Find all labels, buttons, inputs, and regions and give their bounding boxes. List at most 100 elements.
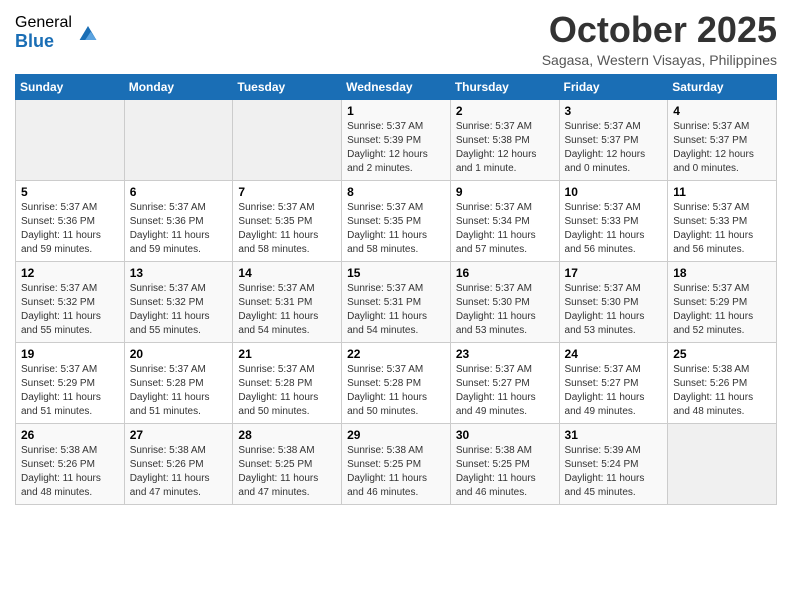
calendar-cell: 23 Sunrise: 5:37 AM Sunset: 5:27 PM Dayli…	[450, 342, 559, 423]
logo-blue: Blue	[15, 32, 72, 52]
logo-general: General	[15, 14, 72, 32]
week-row-4: 19 Sunrise: 5:37 AM Sunset: 5:29 PM Dayli…	[16, 342, 777, 423]
calendar-cell: 14Sunrise: 5:37 AM Sunset: 5:31 PM Dayli…	[233, 261, 342, 342]
calendar-cell: 12 Sunrise: 5:37 AM Sunset: 5:32 PM Dayli…	[16, 261, 125, 342]
day-number: 28	[238, 428, 336, 442]
col-header-saturday: Saturday	[668, 74, 777, 99]
week-row-1: 1 Sunrise: 5:37 AM Sunset: 5:39 PM Daylig…	[16, 99, 777, 180]
calendar-cell: 28 Sunrise: 5:38 AM Sunset: 5:25 PM Dayli…	[233, 423, 342, 504]
logo-icon	[74, 19, 102, 47]
col-header-tuesday: Tuesday	[233, 74, 342, 99]
day-number: 21	[238, 347, 336, 361]
day-info: Sunrise: 5:37 AM Sunset: 5:36 PM Dayligh…	[130, 201, 228, 257]
day-info: Sunrise: 5:37 AM Sunset: 5:35 PM Dayligh…	[347, 201, 445, 257]
day-number: 3	[565, 104, 663, 118]
col-header-sunday: Sunday	[16, 74, 125, 99]
title-block: October 2025 Sagasa, Western Visayas, Ph…	[542, 10, 777, 68]
day-info: Sunrise: 5:37 AM Sunset: 5:28 PM Dayligh…	[347, 363, 445, 419]
col-header-thursday: Thursday	[450, 74, 559, 99]
day-info: Sunrise: 5:38 AM Sunset: 5:25 PM Dayligh…	[347, 444, 445, 500]
calendar-cell: 22 Sunrise: 5:37 AM Sunset: 5:28 PM Dayli…	[342, 342, 451, 423]
calendar-cell: 15 Sunrise: 5:37 AM Sunset: 5:31 PM Dayli…	[342, 261, 451, 342]
col-header-friday: Friday	[559, 74, 668, 99]
calendar-cell: 21Sunrise: 5:37 AM Sunset: 5:28 PM Dayli…	[233, 342, 342, 423]
calendar-cell	[16, 99, 125, 180]
day-info: Sunrise: 5:37 AM Sunset: 5:34 PM Dayligh…	[456, 201, 554, 257]
calendar-cell: 31 Sunrise: 5:39 AM Sunset: 5:24 PM Dayli…	[559, 423, 668, 504]
day-info: Sunrise: 5:37 AM Sunset: 5:28 PM Dayligh…	[130, 363, 228, 419]
calendar-cell: 8Sunrise: 5:37 AM Sunset: 5:35 PM Daylig…	[342, 180, 451, 261]
calendar-cell: 9 Sunrise: 5:37 AM Sunset: 5:34 PM Daylig…	[450, 180, 559, 261]
day-info: Sunrise: 5:38 AM Sunset: 5:25 PM Dayligh…	[238, 444, 336, 500]
day-number: 23	[456, 347, 554, 361]
day-info: Sunrise: 5:38 AM Sunset: 5:26 PM Dayligh…	[21, 444, 119, 500]
day-number: 18	[673, 266, 771, 280]
calendar-cell: 5Sunrise: 5:37 AM Sunset: 5:36 PM Daylig…	[16, 180, 125, 261]
day-info: Sunrise: 5:37 AM Sunset: 5:39 PM Dayligh…	[347, 120, 445, 176]
day-number: 6	[130, 185, 228, 199]
day-number: 7	[238, 185, 336, 199]
day-info: Sunrise: 5:37 AM Sunset: 5:35 PM Dayligh…	[238, 201, 336, 257]
day-info: Sunrise: 5:37 AM Sunset: 5:27 PM Dayligh…	[456, 363, 554, 419]
day-number: 22	[347, 347, 445, 361]
calendar-cell: 26 Sunrise: 5:38 AM Sunset: 5:26 PM Dayli…	[16, 423, 125, 504]
day-info: Sunrise: 5:37 AM Sunset: 5:27 PM Dayligh…	[565, 363, 663, 419]
day-info: Sunrise: 5:37 AM Sunset: 5:36 PM Dayligh…	[21, 201, 119, 257]
calendar-cell: 27Sunrise: 5:38 AM Sunset: 5:26 PM Dayli…	[124, 423, 233, 504]
day-number: 29	[347, 428, 445, 442]
day-number: 25	[673, 347, 771, 361]
calendar-cell: 24Sunrise: 5:37 AM Sunset: 5:27 PM Dayli…	[559, 342, 668, 423]
calendar-cell: 18 Sunrise: 5:37 AM Sunset: 5:29 PM Dayli…	[668, 261, 777, 342]
day-info: Sunrise: 5:37 AM Sunset: 5:31 PM Dayligh…	[238, 282, 336, 338]
location: Sagasa, Western Visayas, Philippines	[542, 52, 777, 68]
day-info: Sunrise: 5:37 AM Sunset: 5:30 PM Dayligh…	[565, 282, 663, 338]
calendar-cell: 20Sunrise: 5:37 AM Sunset: 5:28 PM Dayli…	[124, 342, 233, 423]
calendar-cell: 7 Sunrise: 5:37 AM Sunset: 5:35 PM Daylig…	[233, 180, 342, 261]
day-number: 9	[456, 185, 554, 199]
day-number: 11	[673, 185, 771, 199]
day-info: Sunrise: 5:37 AM Sunset: 5:29 PM Dayligh…	[21, 363, 119, 419]
day-info: Sunrise: 5:37 AM Sunset: 5:31 PM Dayligh…	[347, 282, 445, 338]
calendar-cell: 13 Sunrise: 5:37 AM Sunset: 5:32 PM Dayli…	[124, 261, 233, 342]
calendar-cell: 2 Sunrise: 5:37 AM Sunset: 5:38 PM Daylig…	[450, 99, 559, 180]
logo-text: General Blue	[15, 14, 72, 51]
day-number: 19	[21, 347, 119, 361]
calendar-cell: 29 Sunrise: 5:38 AM Sunset: 5:25 PM Dayli…	[342, 423, 451, 504]
day-number: 10	[565, 185, 663, 199]
day-number: 16	[456, 266, 554, 280]
day-info: Sunrise: 5:37 AM Sunset: 5:30 PM Dayligh…	[456, 282, 554, 338]
week-row-2: 5Sunrise: 5:37 AM Sunset: 5:36 PM Daylig…	[16, 180, 777, 261]
day-info: Sunrise: 5:39 AM Sunset: 5:24 PM Dayligh…	[565, 444, 663, 500]
day-number: 15	[347, 266, 445, 280]
week-row-3: 12 Sunrise: 5:37 AM Sunset: 5:32 PM Dayli…	[16, 261, 777, 342]
calendar-table: SundayMondayTuesdayWednesdayThursdayFrid…	[15, 74, 777, 505]
day-number: 27	[130, 428, 228, 442]
day-number: 31	[565, 428, 663, 442]
day-number: 2	[456, 104, 554, 118]
day-info: Sunrise: 5:38 AM Sunset: 5:25 PM Dayligh…	[456, 444, 554, 500]
day-number: 12	[21, 266, 119, 280]
day-number: 13	[130, 266, 228, 280]
logo: General Blue	[15, 14, 102, 51]
day-number: 1	[347, 104, 445, 118]
calendar-cell: 6 Sunrise: 5:37 AM Sunset: 5:36 PM Daylig…	[124, 180, 233, 261]
calendar-cell: 17 Sunrise: 5:37 AM Sunset: 5:30 PM Dayli…	[559, 261, 668, 342]
day-info: Sunrise: 5:37 AM Sunset: 5:37 PM Dayligh…	[673, 120, 771, 176]
calendar-cell: 25Sunrise: 5:38 AM Sunset: 5:26 PM Dayli…	[668, 342, 777, 423]
month-title: October 2025	[542, 10, 777, 50]
col-header-wednesday: Wednesday	[342, 74, 451, 99]
col-header-monday: Monday	[124, 74, 233, 99]
day-number: 26	[21, 428, 119, 442]
day-number: 17	[565, 266, 663, 280]
day-info: Sunrise: 5:37 AM Sunset: 5:29 PM Dayligh…	[673, 282, 771, 338]
day-number: 4	[673, 104, 771, 118]
day-info: Sunrise: 5:37 AM Sunset: 5:33 PM Dayligh…	[673, 201, 771, 257]
header-row: SundayMondayTuesdayWednesdayThursdayFrid…	[16, 74, 777, 99]
day-info: Sunrise: 5:37 AM Sunset: 5:38 PM Dayligh…	[456, 120, 554, 176]
day-info: Sunrise: 5:37 AM Sunset: 5:33 PM Dayligh…	[565, 201, 663, 257]
day-info: Sunrise: 5:37 AM Sunset: 5:32 PM Dayligh…	[130, 282, 228, 338]
calendar-cell: 16 Sunrise: 5:37 AM Sunset: 5:30 PM Dayli…	[450, 261, 559, 342]
calendar-cell	[124, 99, 233, 180]
calendar-cell: 19 Sunrise: 5:37 AM Sunset: 5:29 PM Dayli…	[16, 342, 125, 423]
day-info: Sunrise: 5:37 AM Sunset: 5:32 PM Dayligh…	[21, 282, 119, 338]
